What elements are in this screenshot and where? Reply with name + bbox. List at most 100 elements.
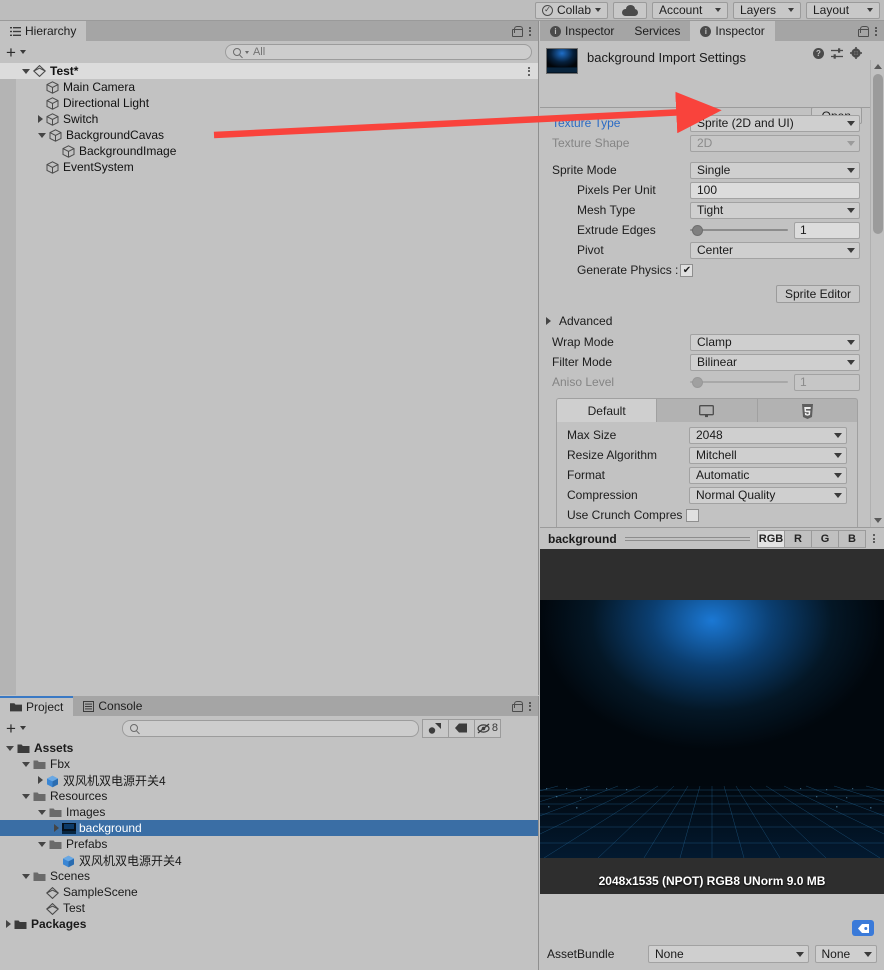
field-wrap-mode[interactable]: Wrap Mode Clamp — [540, 332, 870, 352]
channel-g-button[interactable]: G — [811, 529, 839, 548]
pixels-per-unit-input[interactable]: 100 — [690, 181, 860, 199]
cloud-button[interactable] — [613, 1, 647, 19]
tag-icon[interactable] — [852, 920, 874, 936]
chevron-down-icon[interactable] — [22, 793, 30, 799]
field-filter-mode[interactable]: Filter Mode Bilinear — [540, 352, 870, 372]
collab-button[interactable]: ✓ Collab — [534, 1, 608, 19]
platform-tab-webgl[interactable] — [758, 399, 857, 422]
field-resize-algorithm[interactable]: Resize Algorithm Mitchell — [557, 445, 857, 465]
extrude-edges-input[interactable]: 1 — [794, 221, 860, 239]
project-row[interactable]: Assets — [0, 740, 538, 756]
hierarchy-row[interactable]: Switch — [0, 111, 538, 127]
advanced-foldout[interactable]: Advanced — [540, 310, 870, 332]
chevron-down-icon[interactable] — [38, 132, 46, 138]
tab-console[interactable]: Console — [73, 696, 153, 716]
hierarchy-row[interactable]: BackgroundImage — [0, 143, 538, 159]
chevron-down-icon[interactable] — [19, 50, 26, 54]
hierarchy-menu-icon[interactable] — [529, 26, 531, 36]
tab-inspector-1[interactable]: i Inspector — [540, 21, 625, 41]
mesh-type-dropdown[interactable]: Tight — [690, 201, 860, 219]
field-compression[interactable]: Compression Normal Quality — [557, 485, 857, 505]
chevron-right-icon[interactable] — [54, 824, 59, 832]
lock-icon[interactable] — [512, 25, 523, 37]
hierarchy-search-input[interactable]: All — [224, 44, 532, 60]
field-use-crunch[interactable]: Use Crunch Compres — [557, 505, 857, 525]
field-max-size[interactable]: Max Size 2048 — [557, 425, 857, 445]
project-tree[interactable]: Assets Fbx 双风机双电源开关4 Resources Images backgro… — [0, 740, 538, 970]
wrap-mode-dropdown[interactable]: Clamp — [690, 333, 860, 351]
project-row[interactable]: 双风机双电源开关4 — [0, 852, 538, 868]
assetbundle-name-dropdown[interactable]: None — [648, 945, 809, 963]
scroll-down-button[interactable] — [871, 514, 884, 527]
field-pivot[interactable]: Pivot Center — [540, 240, 870, 260]
chevron-down-icon[interactable] — [6, 745, 14, 751]
help-icon[interactable]: ? — [813, 47, 824, 59]
assetbundle-variant-dropdown[interactable]: None — [814, 945, 877, 963]
preset-icon[interactable] — [831, 47, 843, 59]
project-row-selected[interactable]: background — [0, 820, 538, 836]
sprite-editor-button[interactable]: Sprite Editor — [775, 285, 860, 303]
platform-tab-default[interactable]: Default — [557, 399, 658, 422]
chevron-right-icon[interactable] — [38, 115, 43, 123]
hierarchy-row[interactable]: BackgroundCavas — [0, 127, 538, 143]
project-row[interactable]: Packages — [0, 916, 538, 932]
hierarchy-row[interactable]: Test* — [0, 63, 538, 79]
generate-physics-checkbox[interactable]: ✔ — [680, 263, 694, 277]
project-row[interactable]: Resources — [0, 788, 538, 804]
channel-rgb-button[interactable]: RGB — [757, 529, 785, 548]
tab-services[interactable]: Services — [624, 21, 691, 41]
lock-icon[interactable] — [512, 700, 523, 712]
use-crunch-checkbox[interactable] — [686, 508, 700, 522]
pivot-dropdown[interactable]: Center — [690, 241, 860, 259]
chevron-down-icon[interactable] — [22, 68, 30, 74]
format-dropdown[interactable]: Automatic — [689, 466, 847, 484]
tab-project[interactable]: Project — [0, 696, 74, 716]
project-row[interactable]: Prefabs — [0, 836, 538, 852]
inspector-scrollbar[interactable] — [870, 60, 884, 527]
scroll-up-button[interactable] — [871, 60, 884, 73]
chevron-right-icon[interactable] — [38, 776, 43, 784]
asset-filter-icon[interactable] — [421, 718, 449, 738]
label-filter-icon[interactable] — [447, 718, 475, 738]
chevron-down-icon[interactable] — [19, 726, 26, 730]
resize-algorithm-dropdown[interactable]: Mitchell — [689, 446, 847, 464]
extrude-edges-slider[interactable] — [690, 224, 788, 237]
hierarchy-tree[interactable]: Test* Main Camera Directional Light Switch B… — [0, 63, 538, 695]
field-sprite-mode[interactable]: Sprite Mode Single — [540, 160, 870, 180]
project-search-input[interactable] — [121, 719, 419, 737]
hierarchy-row[interactable]: Directional Light — [0, 95, 538, 111]
field-format[interactable]: Format Automatic — [557, 465, 857, 485]
tab-inspector-2[interactable]: i Inspector — [690, 21, 775, 41]
field-extrude-edges[interactable]: Extrude Edges 1 — [540, 220, 870, 240]
project-row[interactable]: Test — [0, 900, 538, 916]
preview-menu-icon[interactable] — [873, 534, 875, 543]
project-menu-icon[interactable] — [529, 701, 531, 711]
inspector-menu-icon[interactable] — [875, 26, 877, 36]
project-row[interactable]: SampleScene — [0, 884, 538, 900]
field-texture-type[interactable]: Texture Type Sprite (2D and UI) — [540, 113, 870, 133]
project-row[interactable]: Fbx — [0, 756, 538, 772]
gear-icon[interactable] — [850, 47, 862, 59]
scene-menu-icon[interactable] — [528, 66, 530, 76]
chevron-down-icon[interactable] — [22, 873, 30, 879]
texture-type-dropdown[interactable]: Sprite (2D and UI) — [690, 114, 860, 132]
layers-button[interactable]: Layers — [733, 1, 801, 19]
create-gameobject-label[interactable]: + — [6, 44, 16, 61]
chevron-down-icon[interactable] — [38, 809, 46, 815]
hidden-packages-icon[interactable]: 8 — [473, 718, 501, 738]
slider-knob[interactable] — [692, 224, 703, 236]
tab-hierarchy[interactable]: Hierarchy — [0, 21, 87, 41]
chevron-right-icon[interactable] — [6, 920, 11, 928]
account-button[interactable]: Account — [652, 1, 728, 19]
field-pixels-per-unit[interactable]: Pixels Per Unit 100 — [540, 180, 870, 200]
channel-r-button[interactable]: R — [784, 529, 812, 548]
scrollbar-thumb[interactable] — [873, 74, 883, 234]
hierarchy-row[interactable]: EventSystem — [0, 159, 538, 175]
platform-tab-standalone[interactable] — [657, 399, 758, 422]
project-row[interactable]: 双风机双电源开关4 — [0, 772, 538, 788]
hierarchy-row[interactable]: Main Camera — [0, 79, 538, 95]
project-row[interactable]: Images — [0, 804, 538, 820]
field-generate-physics[interactable]: Generate Physics : ✔ — [540, 260, 870, 280]
filter-mode-dropdown[interactable]: Bilinear — [690, 353, 860, 371]
chevron-down-icon[interactable] — [38, 841, 46, 847]
